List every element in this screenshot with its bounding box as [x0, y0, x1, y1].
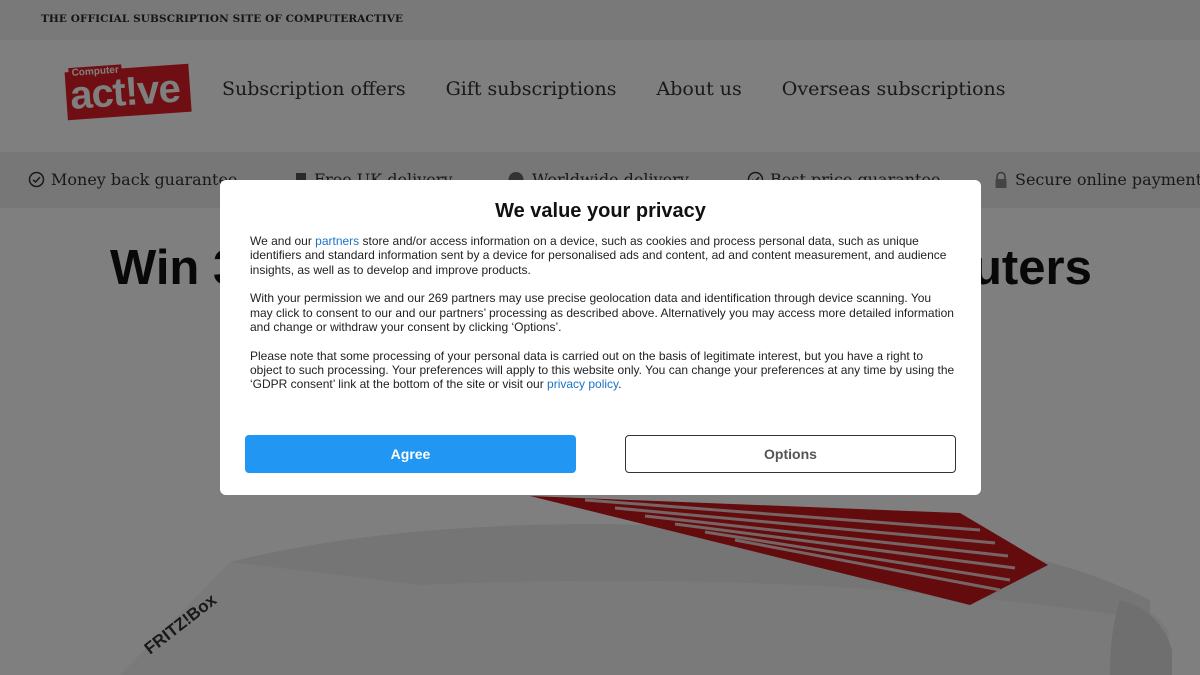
agree-button[interactable]: Agree: [245, 435, 576, 473]
consent-paragraph-1: We and our partners store and/or access …: [250, 234, 955, 277]
options-button[interactable]: Options: [625, 435, 956, 473]
partners-link[interactable]: partners: [315, 234, 359, 248]
privacy-consent-dialog: We value your privacy We and our partner…: [220, 180, 981, 495]
paragraph-text: .: [618, 377, 622, 392]
consent-paragraph-3: Please note that some processing of your…: [250, 349, 955, 392]
paragraph-text: We and our: [250, 234, 316, 248]
privacy-policy-link[interactable]: privacy policy: [547, 377, 618, 391]
dialog-body: We and our partners store and/or access …: [250, 234, 955, 406]
consent-paragraph-2: With your permission we and our 269 part…: [250, 291, 954, 334]
dialog-title: We value your privacy: [495, 200, 706, 222]
